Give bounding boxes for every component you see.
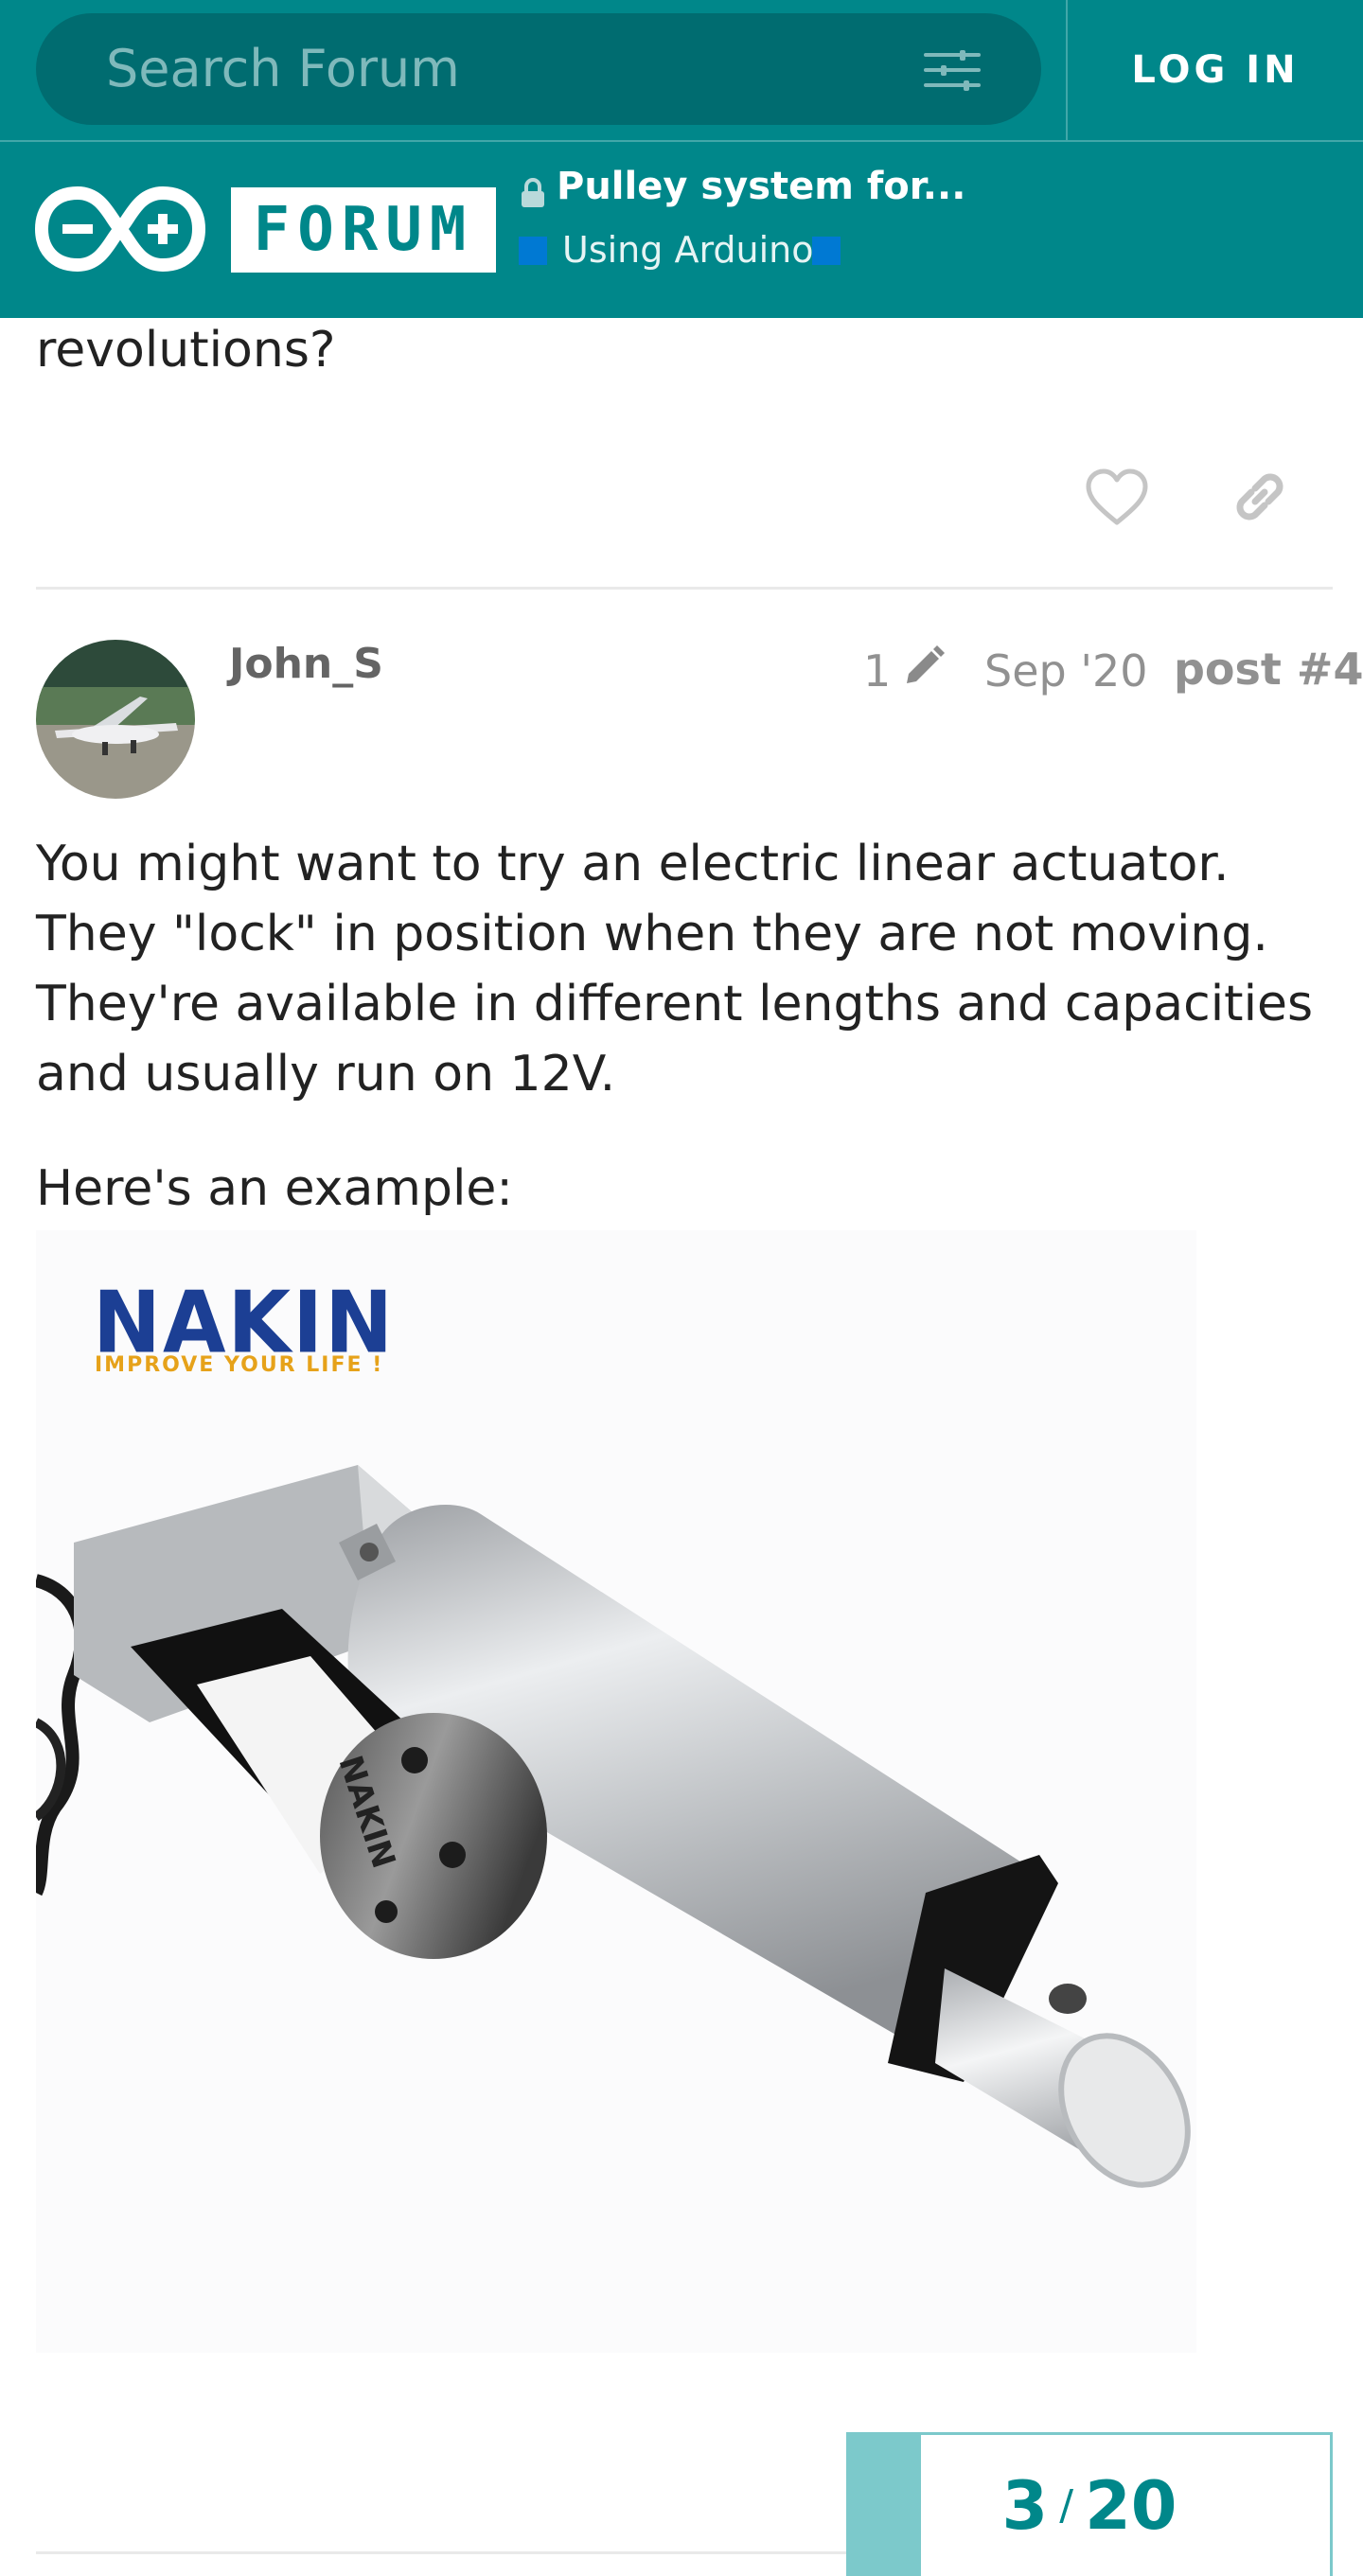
category-link[interactable]: Using Arduino xyxy=(562,229,814,271)
brand-tagline: IMPROVE YOUR LIFE ! xyxy=(95,1353,384,1377)
search-placeholder: Search Forum xyxy=(106,39,460,98)
post-date[interactable]: Sep '20 xyxy=(984,645,1148,697)
post-divider xyxy=(36,587,1333,590)
progress-text: 3 / 20 xyxy=(849,2435,1330,2576)
category-color-badge xyxy=(519,237,547,265)
topic-title[interactable]: Pulley system for... xyxy=(557,165,965,208)
sliders-icon[interactable] xyxy=(922,49,982,91)
linear-actuator-illustration: NAKIN xyxy=(36,1465,1191,2188)
forum-label[interactable]: FORUM xyxy=(231,187,496,273)
site-header: FORUM Pulley system for... Using Arduino xyxy=(0,142,1363,318)
post-example-intro: Here's an example: xyxy=(36,1160,513,1217)
post-paragraph: You might want to try an electric linear… xyxy=(36,836,1314,1103)
username[interactable]: John_S xyxy=(229,640,383,688)
product-image[interactable]: NAKIN NAKIN IMPROVE YOUR LIFE ! xyxy=(36,1230,1196,2353)
arduino-logo-icon[interactable] xyxy=(34,185,206,273)
previous-post-text: revolutions? xyxy=(36,322,336,379)
post-number[interactable]: post #4 xyxy=(1174,644,1363,695)
subcategory-color-badge xyxy=(812,237,841,265)
search-input[interactable]: Search Forum xyxy=(36,13,1041,125)
edit-count[interactable]: 1 xyxy=(863,645,891,697)
topic-progress[interactable]: 3 / 20 xyxy=(846,2432,1333,2576)
avatar[interactable] xyxy=(36,640,195,799)
top-bar: Search Forum LOG IN xyxy=(0,0,1363,140)
progress-separator: / xyxy=(1059,2481,1074,2530)
progress-total: 20 xyxy=(1085,2466,1177,2545)
login-button[interactable]: LOG IN xyxy=(1068,0,1363,140)
post-body: You might want to try an electric linear… xyxy=(36,829,1342,1109)
progress-current: 3 xyxy=(1001,2466,1049,2545)
heart-icon[interactable] xyxy=(1085,468,1149,526)
lock-icon xyxy=(522,178,544,207)
link-icon[interactable] xyxy=(1227,464,1293,530)
pencil-icon[interactable] xyxy=(899,644,947,691)
